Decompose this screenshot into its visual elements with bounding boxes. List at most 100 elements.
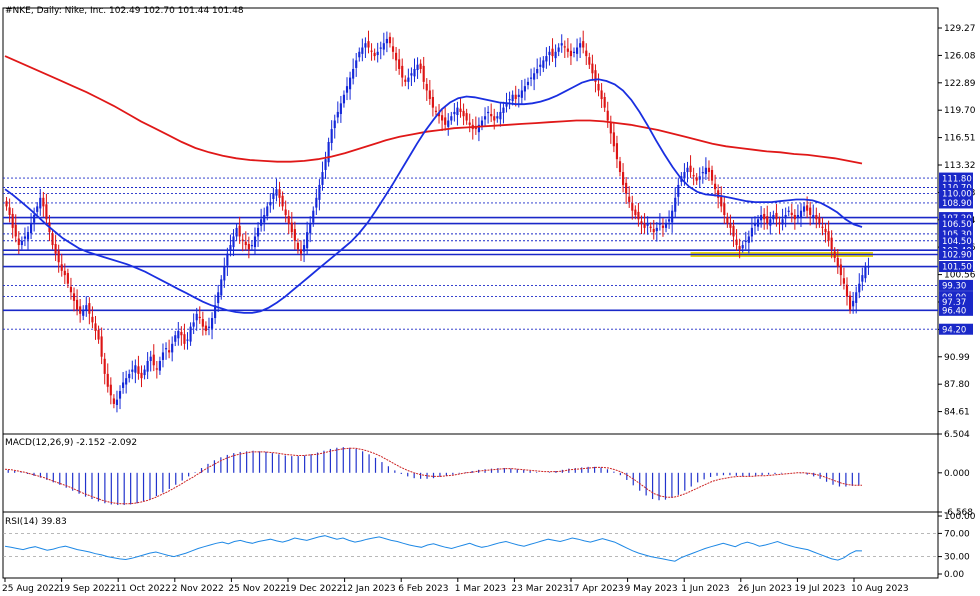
candle-bull [560, 43, 563, 46]
candle-bull [529, 77, 533, 79]
candle-bull [382, 43, 385, 50]
level-tag-text: 94.20 [942, 325, 966, 335]
candle-bear [836, 257, 839, 267]
candle-bull [266, 206, 269, 217]
candle-bull [453, 111, 456, 115]
candle-bull [309, 223, 312, 234]
candle-bear [398, 59, 401, 69]
candle-bull [33, 214, 36, 223]
candle-bull [539, 64, 542, 67]
time-tick-label: 17 Apr 2023 [568, 584, 624, 594]
candle-bull [557, 47, 560, 52]
candle-bull [480, 120, 484, 126]
candle-bear [848, 295, 852, 310]
candle-bear [247, 244, 250, 250]
trading-chart[interactable]: 129.27126.08122.89119.70116.51113.32110.… [0, 0, 980, 596]
time-tick-label: 1 Mar 2023 [455, 584, 506, 594]
macd-panel[interactable]: 6.5040.000-6.568 [2, 430, 973, 518]
candle-bear [88, 303, 91, 314]
rsi-panel[interactable]: 100.00 70.00 30.00 0.00 [2, 511, 976, 580]
time-tick-label: 19 Dec 2022 [285, 584, 343, 594]
candle-bull [321, 172, 324, 185]
candle-bear [839, 264, 842, 276]
candle-bear [815, 214, 818, 220]
candle-bull [192, 322, 195, 327]
macd-tick-label: 0.000 [944, 469, 970, 479]
candle-bull [508, 99, 511, 101]
candle-bull [542, 60, 545, 68]
candle-bear [14, 224, 17, 237]
candle-bull [802, 206, 806, 212]
candle-bull [376, 51, 379, 56]
candle-bear [833, 251, 836, 258]
candle-bull [677, 184, 680, 197]
candle-bear [290, 222, 293, 233]
candle-bear [137, 366, 140, 374]
candle-bear [766, 216, 769, 224]
candle-bear [588, 57, 591, 65]
candle-bull [548, 51, 551, 56]
level-tag-108.90: 108.90 [939, 197, 973, 209]
candle-bull [29, 223, 33, 234]
candle-bear [649, 226, 652, 228]
candle-bear [612, 132, 615, 147]
candle-bear [689, 165, 692, 173]
candle-bear [465, 113, 468, 121]
candle-bear [809, 207, 812, 215]
candle-bear [76, 299, 79, 310]
candle-bear [609, 121, 612, 134]
candle-bull [704, 167, 707, 175]
candle-bear [793, 214, 796, 220]
candle-bear [91, 316, 94, 323]
candle-bull [741, 245, 744, 249]
candle-bull [784, 214, 787, 219]
candle-bear [692, 175, 695, 177]
candle-bull [23, 236, 27, 239]
rsi-plot-frame [2, 511, 939, 579]
candle-bear [468, 122, 471, 125]
candle-bull [171, 343, 174, 353]
candle-bear [72, 293, 76, 301]
candle-bear [790, 212, 793, 215]
candle-bear [51, 233, 54, 246]
candle-bear [367, 41, 370, 48]
time-tick-label: 19 Sep 2022 [59, 584, 116, 594]
candle-bull [456, 107, 459, 116]
candle-bull [318, 184, 321, 200]
candle-bear [490, 113, 493, 117]
candle-bull [753, 223, 757, 226]
candle-bull [85, 305, 88, 310]
time-tick-label: 9 May 2023 [625, 584, 678, 594]
candle-bull [275, 189, 278, 196]
candle-bull [536, 68, 539, 74]
candle-bull [336, 111, 339, 118]
candle-bear [566, 48, 569, 52]
time-tick-label: 2 Nov 2022 [172, 584, 224, 594]
price-tick-label: 129.27 [944, 24, 976, 34]
candle-bear [425, 83, 428, 91]
candle-bear [278, 189, 281, 198]
candle-bear [637, 211, 640, 220]
candle-bull [526, 81, 530, 86]
candle-bear [168, 350, 171, 353]
candle-bull [134, 365, 137, 373]
level-tag-102.90: 102.90 [939, 248, 973, 261]
candle-bear [707, 167, 711, 173]
candle-bear [66, 273, 69, 284]
candle-bull [683, 172, 686, 179]
candle-bull [517, 94, 520, 97]
candle-bear [569, 50, 573, 57]
candle-bull [128, 373, 131, 379]
candle-bear [152, 354, 155, 366]
candle-bear [459, 108, 462, 112]
candle-bear [821, 226, 824, 228]
candle-bear [806, 205, 809, 211]
candle-bear [391, 46, 395, 52]
candle-bear [373, 52, 376, 57]
candle-bull [747, 236, 750, 243]
price-panel[interactable]: 129.27126.08122.89119.70116.51113.32110.… [2, 7, 976, 435]
time-tick-label: 25 Aug 2022 [2, 584, 60, 594]
candle-bear [60, 264, 63, 271]
candle-bull [646, 223, 649, 226]
candle-bull [799, 210, 803, 219]
